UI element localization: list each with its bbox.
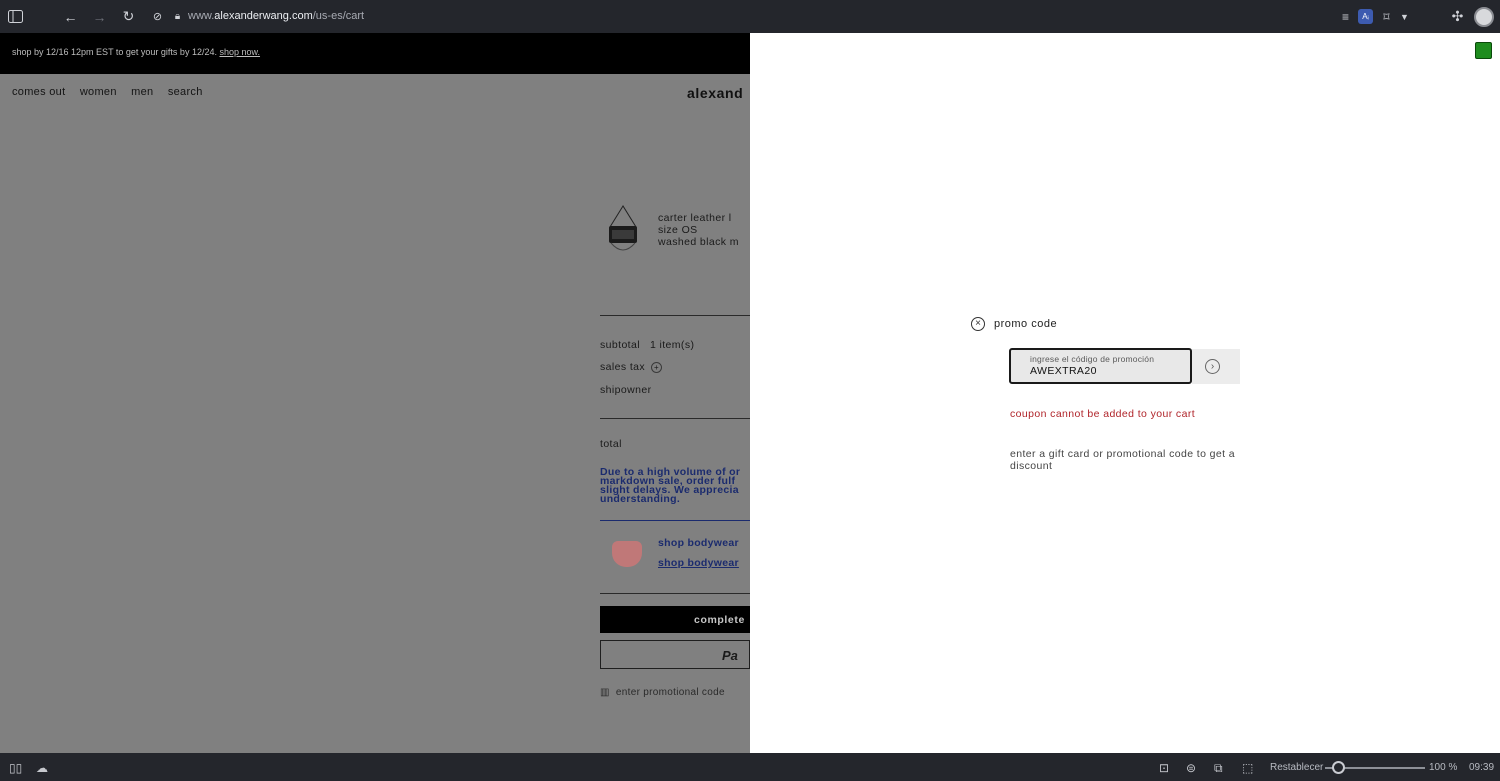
page-actions-icon[interactable]: ⬚ [1242, 761, 1253, 775]
promo-banner: shop by 12/16 12pm EST to get your gifts… [0, 33, 750, 74]
tracking-shield-icon[interactable]: ⊘ [149, 8, 166, 25]
close-icon[interactable]: × [971, 317, 985, 331]
sales-tax-row: sales tax + [600, 361, 663, 373]
brand-logo[interactable]: alexand [687, 85, 743, 101]
divider [600, 315, 750, 316]
promo-banner-link[interactable]: shop now. [219, 47, 260, 57]
back-icon[interactable]: ← [62, 8, 79, 25]
url-path: /us-es/cart [312, 10, 365, 22]
divider [600, 593, 750, 594]
zoom-reset-label[interactable]: Restablecer [1270, 762, 1323, 773]
reload-icon[interactable]: ↻ [120, 8, 137, 25]
arrow-right-icon: › [1205, 359, 1220, 374]
ai-badge-icon[interactable]: Aᵢ [1358, 9, 1373, 24]
info-icon[interactable]: + [651, 361, 663, 373]
clock: 09:39 [1469, 762, 1495, 773]
shipping-delay-notice: Due to a high volume of or markdown sale… [600, 467, 750, 505]
notice-line: understanding. [600, 493, 681, 505]
enter-promo-label: enter promotional code [615, 687, 725, 698]
bodywear-link[interactable]: shop bodywear [658, 557, 739, 569]
subtotal-row: subtotal 1 item(s) [600, 339, 694, 351]
product-image[interactable] [606, 205, 640, 255]
subtotal-count: 1 item(s) [649, 339, 695, 351]
product-details: carter leather l size OS washed black m [658, 212, 739, 248]
checkout-button[interactable]: complete [600, 606, 750, 633]
zoom-slider-handle[interactable] [1331, 761, 1345, 774]
product-size: size OS [658, 224, 698, 236]
subtotal-label: subtotal [600, 339, 640, 351]
forward-icon[interactable]: → [91, 8, 108, 25]
ticket-icon: ▥ [600, 687, 610, 698]
lock-icon: 🔒︎ [174, 11, 181, 22]
extension-indicator-icon[interactable] [1475, 42, 1492, 59]
url-domain: alexanderwang.com [214, 10, 313, 22]
site-page: shop by 12/16 12pm EST to get your gifts… [0, 33, 750, 753]
enter-promo-link[interactable]: ▥ enter promotional code [600, 687, 725, 698]
sidebar-toggle-icon[interactable] [7, 8, 24, 25]
nav-item-search[interactable]: search [168, 86, 203, 98]
total-label: total [600, 438, 622, 450]
cloud-icon[interactable]: ☁ [36, 761, 48, 775]
sales-tax-label: sales tax [600, 361, 646, 373]
chevron-down-icon[interactable]: ▼ [1396, 8, 1413, 25]
extensions-icon[interactable]: ✣ [1449, 8, 1466, 25]
divider [600, 418, 750, 419]
zoom-level: 100 % [1429, 762, 1458, 773]
modal-title: promo code [994, 318, 1058, 330]
promo-code-field[interactable]: ingrese el código de promoción [1009, 348, 1192, 384]
tiling-icon[interactable]: ⧉ [1214, 761, 1223, 776]
sync-icon[interactable]: ⊜ [1186, 761, 1196, 775]
promo-code-input[interactable] [1030, 365, 1180, 377]
product-color: washed black m [658, 236, 739, 248]
promo-code-drawer [750, 33, 1500, 753]
promo-help-text: enter a gift card or promotional code to… [1010, 448, 1236, 472]
url-prefix: www. [188, 10, 215, 22]
capture-icon[interactable]: ⊡ [1159, 761, 1169, 775]
bodywear-title: shop bodywear [658, 537, 739, 549]
address-bar[interactable]: www.alexanderwang.com/us-es/cart [188, 10, 364, 22]
promo-error-message: coupon cannot be added to your cart [1010, 408, 1196, 420]
paypal-button[interactable]: Pa [600, 640, 750, 669]
promo-banner-text: shop by 12/16 12pm EST to get your gifts… [12, 47, 217, 57]
profile-avatar[interactable] [1474, 7, 1494, 27]
bodywear-image[interactable] [612, 541, 642, 567]
promo-code-label: ingrese el código de promoción [1030, 354, 1155, 364]
product-name[interactable]: carter leather l [658, 212, 739, 224]
nav-item-women[interactable]: women [80, 86, 117, 98]
nav-item-comes-out[interactable]: comes out [12, 86, 65, 98]
browser-toolbar: ← → ↻ ⊘ 🔒︎ www.alexanderwang.com/us-es/c… [0, 0, 1500, 33]
shipping-label: shipowner [600, 384, 652, 396]
bookmark-icon[interactable]: ⌑ [1378, 8, 1395, 25]
apply-promo-button[interactable]: › [1192, 349, 1240, 384]
main-nav: comes out women men search [12, 86, 214, 98]
divider [600, 520, 750, 521]
panel-toggle-icon[interactable]: ▯▯ [9, 761, 22, 775]
nav-item-men[interactable]: men [131, 86, 153, 98]
browser-status-bar: ▯▯ ☁ ⊡ ⊜ ⧉ ⬚ Restablecer 100 % 09:39 [0, 753, 1500, 781]
reader-mode-icon[interactable]: ≡ [1337, 8, 1354, 25]
